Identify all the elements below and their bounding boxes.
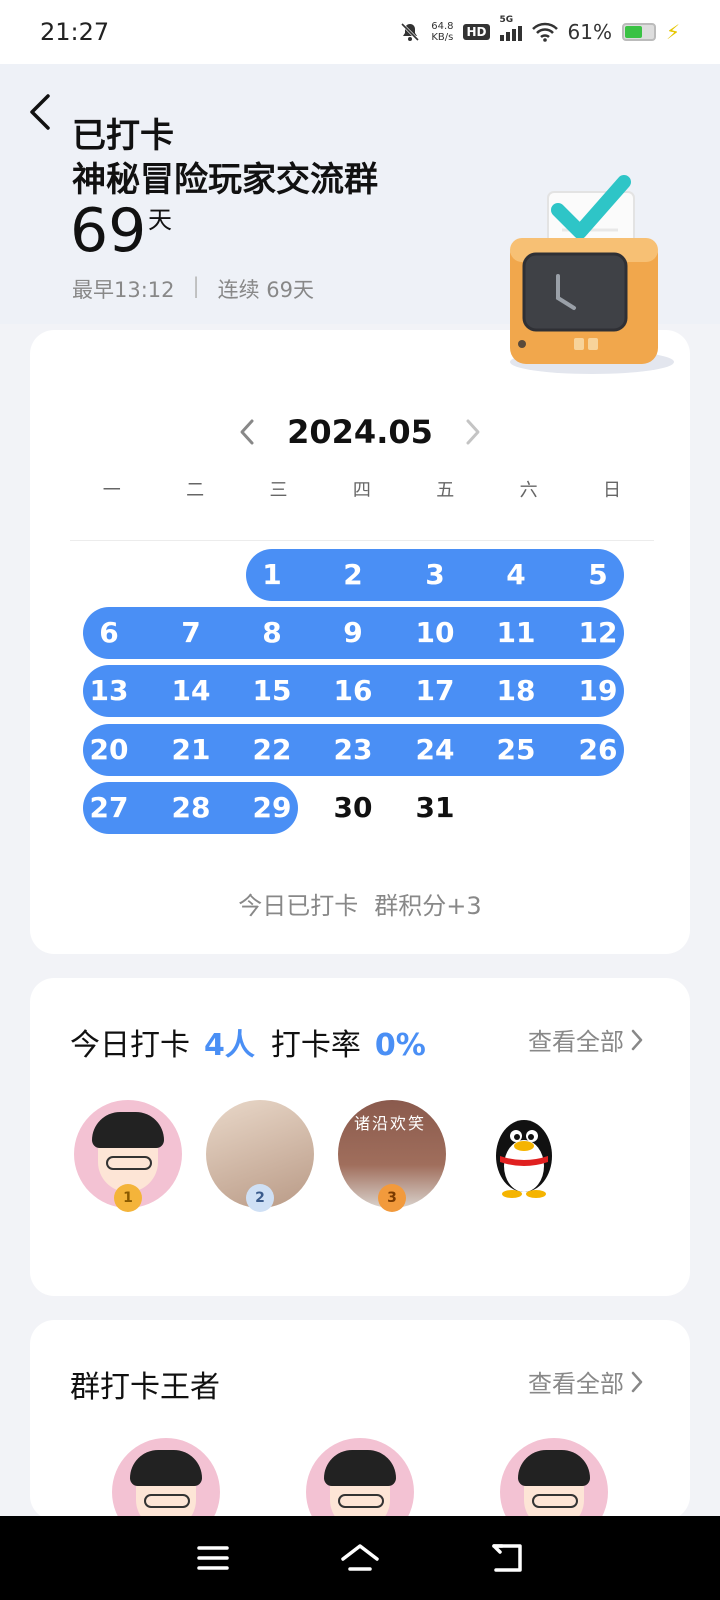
- calendar-day-3[interactable]: 3: [405, 549, 465, 601]
- rank-medal: 3: [378, 1184, 406, 1212]
- net-speed: 64.8 KB/s: [431, 21, 454, 43]
- calendar-day-15[interactable]: 15: [242, 665, 302, 717]
- calendar-day-20[interactable]: 20: [79, 724, 139, 776]
- child-photo-avatar[interactable]: 诸沿欢笑 3: [338, 1100, 446, 1212]
- view-all-label: 查看全部: [528, 1370, 624, 1398]
- calendar-day-30[interactable]: 30: [323, 782, 383, 834]
- calendar-card: 2024.05 一 二 三 四 五 六 日 1 2 3 4 5 6 7 8 9 10 11 12 13 1…: [30, 330, 690, 954]
- calendar-day-25[interactable]: 25: [486, 724, 546, 776]
- status-time: 21:27: [40, 18, 110, 46]
- kings-title: 群打卡王者: [70, 1370, 220, 1405]
- checkin-subline: 最早13:12 | 连续 69天: [72, 274, 314, 304]
- home-icon: [341, 1544, 379, 1571]
- network-label: 5G: [499, 15, 514, 25]
- chevron-right-icon: [631, 1371, 643, 1392]
- battery-percent: 61%: [567, 20, 612, 44]
- calendar-day-5[interactable]: 5: [568, 549, 628, 601]
- today-checkin-note: 今日已打卡 群积分+3: [30, 886, 690, 921]
- calendar-day-13[interactable]: 13: [79, 665, 139, 717]
- calendar-day-9[interactable]: 9: [323, 607, 383, 659]
- home-button[interactable]: [330, 1533, 390, 1583]
- today-checkin-summary: 今日打卡 4人 打卡率 0%: [70, 1020, 442, 1064]
- today-checkin-card: 今日打卡 4人 打卡率 0% 查看全部 1 2 诸沿欢笑 3: [30, 978, 690, 1296]
- today-status: 今日已打卡: [238, 892, 359, 920]
- calendar-day-16[interactable]: 16: [323, 665, 383, 717]
- calendar-day-24[interactable]: 24: [405, 724, 465, 776]
- separator: |: [192, 274, 200, 298]
- streak-days: 连续 69天: [217, 278, 315, 302]
- system-nav-bar: [0, 1516, 720, 1600]
- calendar-day-17[interactable]: 17: [405, 665, 465, 717]
- checkin-status-title: 已打卡: [72, 116, 174, 156]
- menu-icon: [197, 1546, 230, 1570]
- calendar-day-7[interactable]: 7: [161, 607, 221, 659]
- qq-penguin-icon: [496, 1120, 552, 1198]
- wifi-icon: [531, 22, 558, 42]
- checkin-kings-card: 群打卡王者 查看全部: [30, 1320, 690, 1546]
- mute-bell-icon: [401, 22, 420, 42]
- calendar-day-18[interactable]: 18: [486, 665, 546, 717]
- cartoon-boy-avatar[interactable]: 1: [74, 1100, 182, 1212]
- view-all-kings-link[interactable]: 查看全部: [528, 1364, 644, 1399]
- calendar-day-22[interactable]: 22: [242, 724, 302, 776]
- calendar-day-11[interactable]: 11: [486, 607, 546, 659]
- charging-bolt-icon: ⚡: [665, 20, 680, 44]
- today-checkin-label: 今日打卡: [70, 1028, 190, 1063]
- calendar-day-19[interactable]: 19: [568, 665, 628, 717]
- calendar-grid: 1 2 3 4 5 6 7 8 9 10 11 12 13 14 15 16 17 18 19 20 21 22 23 24 2…: [30, 330, 690, 954]
- calendar-day-27[interactable]: 27: [79, 782, 139, 834]
- back-icon: [491, 1544, 522, 1572]
- checkin-days-unit: 天: [148, 206, 172, 234]
- status-bar: 21:27 64.8 KB/s HD 5G 61% ⚡: [0, 0, 720, 64]
- signal-icon: 5G: [499, 15, 522, 41]
- qq-penguin-avatar[interactable]: [470, 1100, 578, 1208]
- hd-badge: HD: [463, 24, 490, 40]
- girl-photo-avatar[interactable]: 2: [206, 1100, 314, 1212]
- chevron-right-icon: [631, 1029, 643, 1050]
- calendar-day-12[interactable]: 12: [568, 607, 628, 659]
- calendar-day-4[interactable]: 4: [486, 549, 546, 601]
- today-checkin-count: 4人: [204, 1028, 255, 1063]
- calendar-day-31[interactable]: 31: [405, 782, 465, 834]
- calendar-day-21[interactable]: 21: [161, 724, 221, 776]
- checkin-rate: 0%: [374, 1028, 426, 1063]
- group-points: 群积分+3: [374, 892, 482, 920]
- checkin-rate-label: 打卡率: [270, 1028, 361, 1063]
- calendar-day-1[interactable]: 1: [242, 549, 302, 601]
- calendar-day-28[interactable]: 28: [161, 782, 221, 834]
- view-all-label: 查看全部: [528, 1028, 624, 1056]
- checkin-days-count: 69: [70, 196, 147, 266]
- calendar-day-6[interactable]: 6: [79, 607, 139, 659]
- calendar-day-14[interactable]: 14: [161, 665, 221, 717]
- earliest-time: 最早13:12: [72, 278, 175, 302]
- battery-icon: [621, 23, 656, 41]
- group-name: 神秘冒险玩家交流群: [72, 160, 378, 200]
- calendar-day-2[interactable]: 2: [323, 549, 383, 601]
- back-button[interactable]: [477, 1533, 537, 1583]
- calendar-day-29[interactable]: 29: [242, 782, 302, 834]
- calendar-day-23[interactable]: 23: [323, 724, 383, 776]
- calendar-day-10[interactable]: 10: [405, 607, 465, 659]
- avatar-watermark: 诸沿欢笑: [354, 1114, 427, 1133]
- view-all-checkins-link[interactable]: 查看全部: [528, 1022, 644, 1057]
- status-icons: 64.8 KB/s HD 5G 61% ⚡: [399, 15, 680, 44]
- calendar-day-26[interactable]: 26: [568, 724, 628, 776]
- checkin-avatar-list: 1 2 诸沿欢笑 3: [74, 1100, 578, 1212]
- back-arrow-icon[interactable]: [26, 92, 56, 132]
- rank-medal: 2: [246, 1184, 274, 1212]
- calendar-day-8[interactable]: 8: [242, 607, 302, 659]
- rank-medal: 1: [114, 1184, 142, 1212]
- menu-button[interactable]: [183, 1533, 243, 1583]
- checkin-clock-illustration: [510, 175, 674, 374]
